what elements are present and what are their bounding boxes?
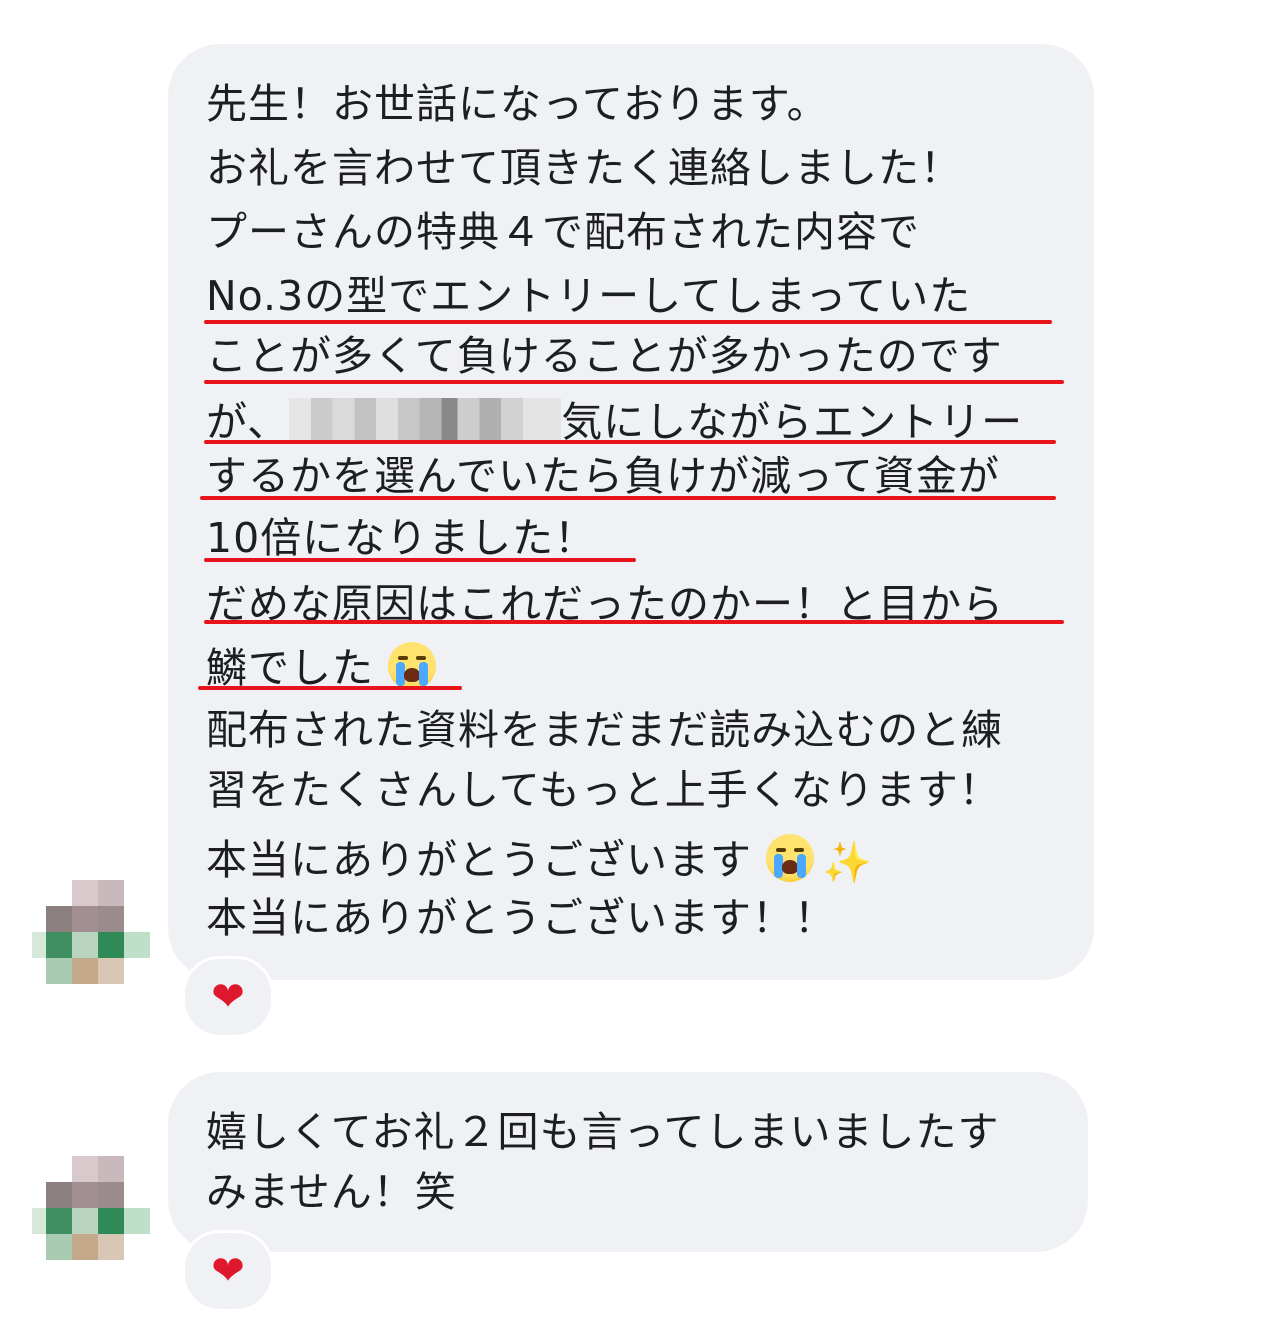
message-line-text: 本当にありがとうございます bbox=[206, 836, 752, 884]
highlight-underline bbox=[204, 620, 1064, 624]
message-line: 本当にありがとうございます！！ bbox=[206, 894, 836, 942]
message-line: お礼を言わせて頂きたく連絡しました！ bbox=[206, 144, 962, 192]
crying-face-icon bbox=[766, 834, 815, 882]
message-line: ことが多くて負けることが多かったのです bbox=[206, 332, 1003, 380]
message-line: 10倍になりました！ bbox=[206, 514, 597, 562]
message-line-with-emoji: 鱗でした bbox=[206, 642, 437, 692]
avatar[interactable] bbox=[32, 1156, 150, 1266]
message-line: するかを選んでいたら負けが減って資金が bbox=[206, 452, 1000, 500]
avatar[interactable] bbox=[32, 880, 150, 990]
heart-icon: ❤ bbox=[211, 1248, 245, 1294]
highlight-underline bbox=[204, 558, 636, 562]
message-line-text: 鱗でした bbox=[206, 644, 374, 692]
message-line-start: が、 bbox=[206, 398, 290, 446]
message-line: 習をたくさんしてもっと上手くなります！ bbox=[206, 766, 1001, 814]
redacted-text bbox=[289, 398, 562, 442]
message-line-with-emoji: 本当にありがとうございます ✨ bbox=[206, 834, 873, 883]
reaction-badge[interactable]: ❤ bbox=[182, 1230, 274, 1312]
message-line-blurred: が、 気にしながらエントリー bbox=[206, 398, 1023, 443]
crying-face-icon bbox=[388, 642, 437, 690]
message-line: だめな原因はこれだったのかー！と目から bbox=[206, 580, 1004, 628]
message-line: 配布された資料をまだまだ読み込むのと練 bbox=[206, 706, 1004, 754]
message-line: No.3の型でエントリーしてしまっていた bbox=[206, 272, 972, 320]
message-line-end: 気にしながらエントリー bbox=[561, 398, 1024, 446]
highlight-underline bbox=[204, 440, 1056, 444]
message-line: 先生！お世話になっております。 bbox=[206, 80, 829, 128]
sparkles-icon: ✨ bbox=[822, 840, 873, 886]
message-line: 嬉しくてお礼２回も言ってしまいましたす bbox=[206, 1108, 1000, 1156]
highlight-underline bbox=[198, 686, 462, 690]
reaction-badge[interactable]: ❤ bbox=[182, 956, 274, 1038]
message-bubble[interactable] bbox=[168, 1072, 1088, 1252]
highlight-underline bbox=[204, 380, 1064, 384]
highlight-underline bbox=[200, 496, 1056, 500]
message-line: みません！笑 bbox=[206, 1168, 457, 1216]
highlight-underline bbox=[204, 320, 1052, 324]
heart-icon: ❤ bbox=[211, 974, 245, 1020]
message-line: プーさんの特典４で配布された内容で bbox=[206, 208, 920, 256]
